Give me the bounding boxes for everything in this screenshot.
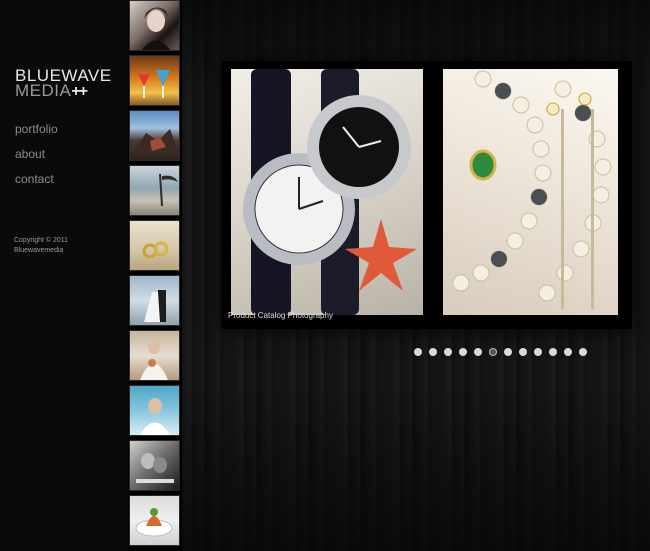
brand-logo[interactable]: BLUEWAVE MEDIA++	[15, 67, 112, 100]
slide-photo-watches[interactable]	[231, 69, 423, 315]
copyright-line2: Bluewavemedia	[14, 247, 64, 254]
thumbnail-wedding-couple[interactable]	[129, 275, 180, 326]
wedding-couple-icon	[144, 290, 166, 322]
bride-veil-icon	[140, 398, 170, 435]
rocks-icon	[134, 129, 178, 151]
nav-portfolio-link[interactable]: portfolio	[15, 122, 58, 147]
nav-about-link[interactable]: about	[15, 147, 58, 172]
thumbnail-rocks[interactable]	[129, 110, 180, 161]
brand-plus-icon: ++	[71, 83, 88, 100]
watches-image	[243, 69, 417, 315]
sidebar: BLUEWAVE MEDIA++ portfolio about contact…	[0, 0, 128, 551]
thumbnail-couple-bw[interactable]	[129, 440, 180, 491]
pager-dot-6[interactable]	[489, 348, 497, 356]
slide-caption: Product Catalog Photography	[228, 311, 333, 320]
slide-photo-jewelry[interactable]	[443, 69, 618, 315]
pager-dot-3[interactable]	[444, 348, 452, 356]
nav-contact-link[interactable]: contact	[15, 172, 58, 197]
slideshow-frame[interactable]: Product Catalog Photography	[222, 61, 632, 329]
pager-dot-9[interactable]	[534, 348, 542, 356]
beach-icon	[159, 173, 178, 207]
pager-dot-11[interactable]	[564, 348, 572, 356]
portrait-woman-icon	[142, 7, 170, 50]
pager-dot-12[interactable]	[579, 348, 587, 356]
thumbnail-food[interactable]	[129, 495, 180, 546]
pager-dot-4[interactable]	[459, 348, 467, 356]
thumbnail-strip	[128, 0, 182, 551]
thumbnail-beach[interactable]	[129, 165, 180, 216]
slideshow-pager	[414, 348, 594, 358]
thumbnail-portrait[interactable]	[129, 0, 180, 51]
copyright-line1: Copyright © 2011	[14, 237, 69, 244]
brand-line2: MEDIA++	[15, 81, 112, 100]
pager-dot-10[interactable]	[549, 348, 557, 356]
cocktails-icon	[138, 70, 170, 98]
pager-dot-5[interactable]	[474, 348, 482, 356]
main-nav: portfolio about contact	[15, 122, 58, 197]
rings-icon	[142, 241, 169, 259]
thumbnail-bride[interactable]	[129, 330, 180, 381]
thumbnail-rings[interactable]	[129, 220, 180, 271]
pager-dot-7[interactable]	[504, 348, 512, 356]
food-plate-icon	[135, 508, 173, 537]
copyright: Copyright © 2011 Bluewavemedia	[14, 236, 68, 256]
bride-icon	[140, 340, 168, 380]
couple-bw-icon	[136, 453, 174, 483]
brand-media-text: MEDIA	[15, 81, 72, 100]
thumbnail-bride-veil[interactable]	[129, 385, 180, 436]
pager-dot-1[interactable]	[414, 348, 422, 356]
pager-dot-2[interactable]	[429, 348, 437, 356]
thumbnail-cocktails[interactable]	[129, 55, 180, 106]
pager-dot-8[interactable]	[519, 348, 527, 356]
jewelry-image	[452, 70, 612, 309]
